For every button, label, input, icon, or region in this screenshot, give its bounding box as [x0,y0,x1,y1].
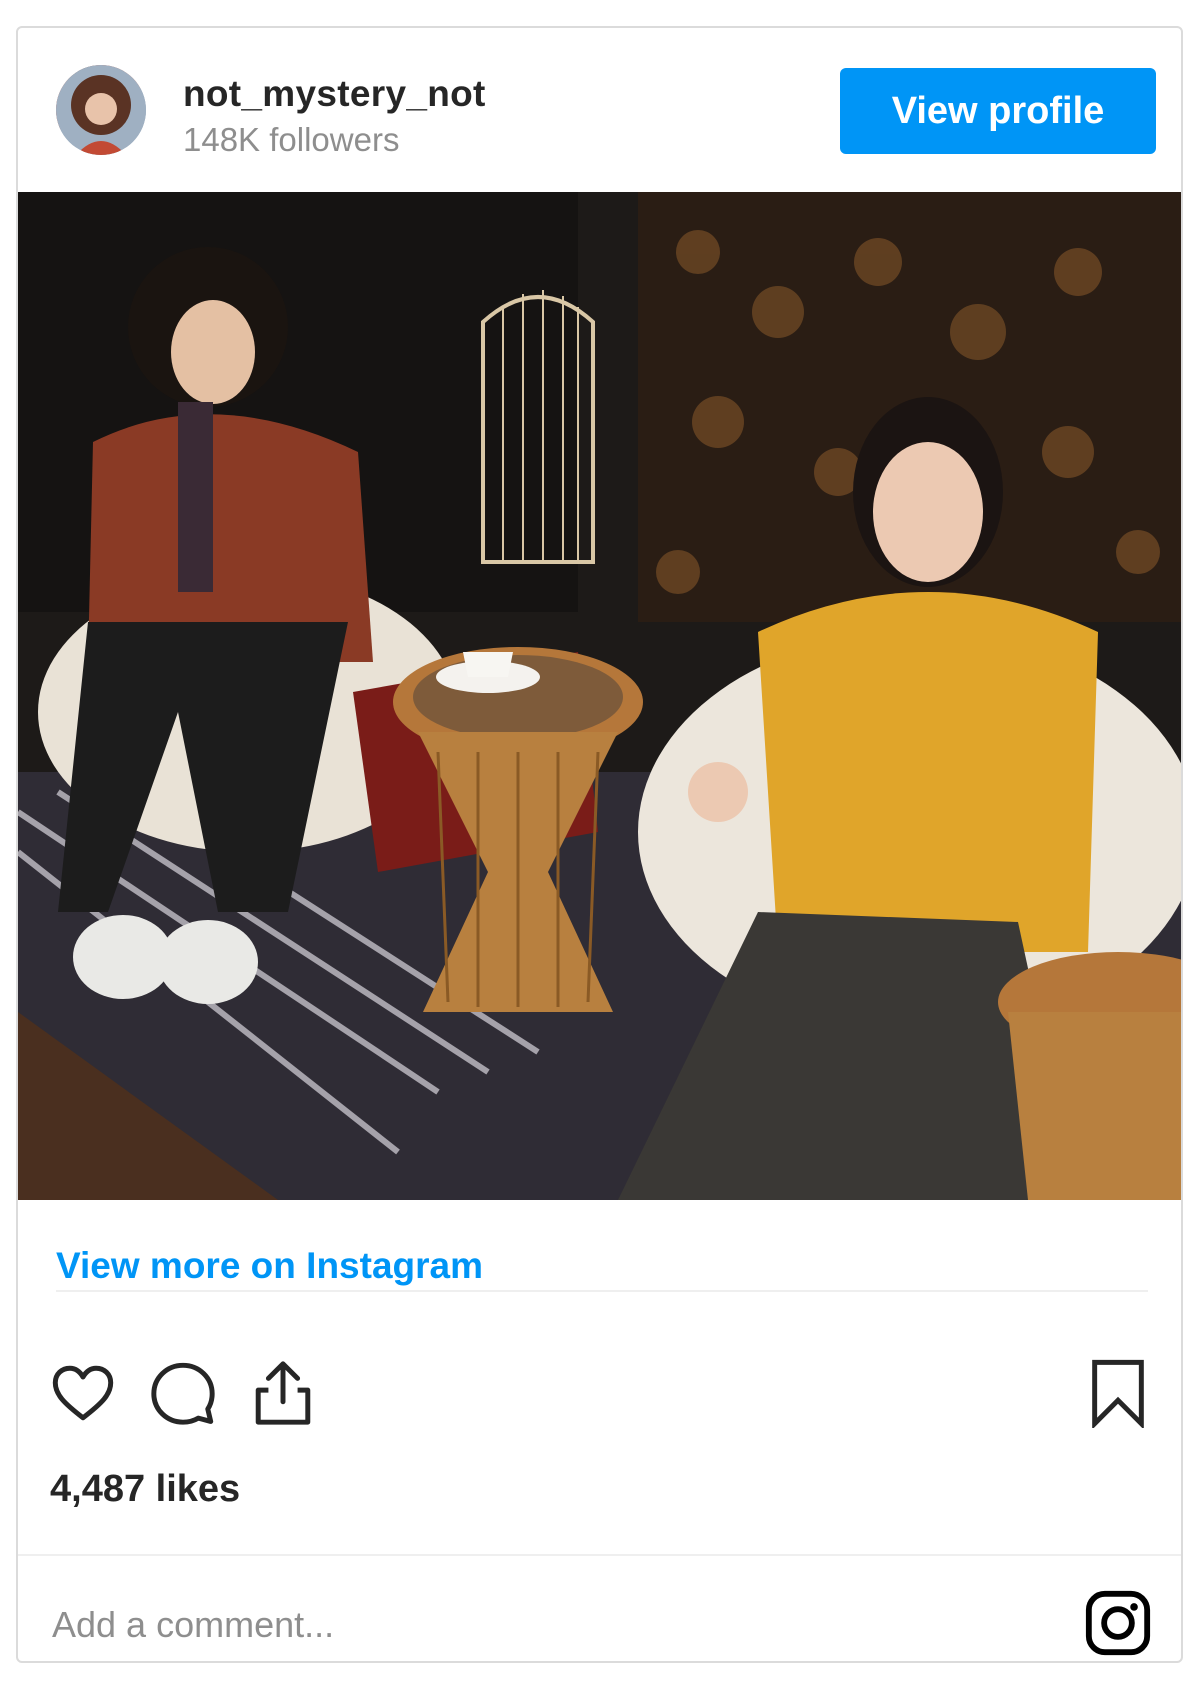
share-icon[interactable] [248,1358,318,1428]
instagram-icon[interactable] [1083,1588,1153,1658]
view-more-link[interactable]: View more on Instagram [56,1245,483,1287]
profile-avatar[interactable] [56,65,146,155]
view-profile-button[interactable]: View profile [840,68,1156,154]
likes-count: 4,487 likes [50,1468,241,1510]
post-header: not_mystery_not 148K followers View prof… [18,28,1181,192]
heart-icon[interactable] [48,1358,118,1428]
divider [56,1290,1148,1292]
comment-icon[interactable] [148,1358,218,1428]
bookmark-icon[interactable] [1083,1358,1153,1430]
post-photo[interactable] [18,192,1181,1200]
followers-count: 148K followers [183,121,400,158]
instagram-embed-card: not_mystery_not 148K followers View prof… [16,26,1183,1663]
divider [18,1554,1181,1556]
account-username[interactable]: not_mystery_not [183,73,486,115]
comment-input[interactable] [50,1594,954,1656]
